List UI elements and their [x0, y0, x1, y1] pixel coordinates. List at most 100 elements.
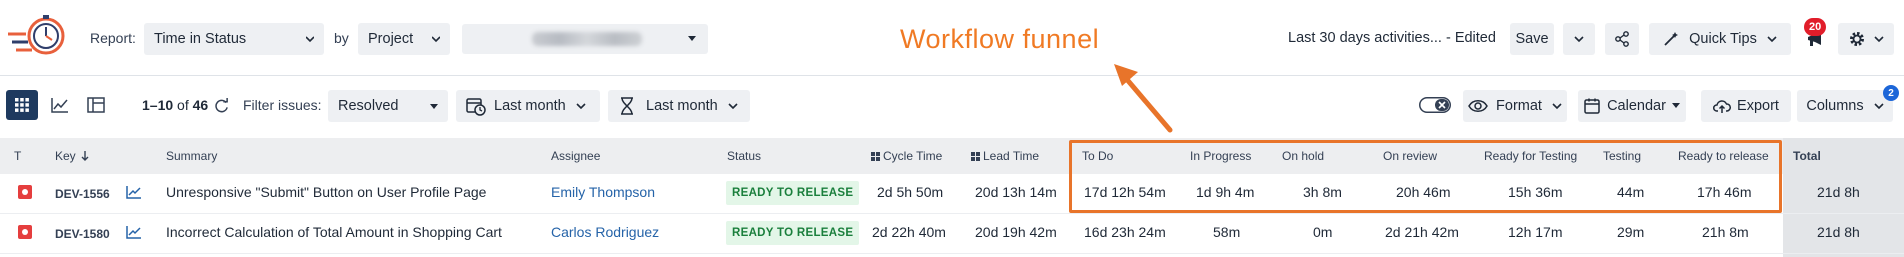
columns-button[interactable]: Columns — [1797, 90, 1893, 122]
group-by-select[interactable]: Project — [358, 23, 450, 55]
chevron-down-icon — [1767, 36, 1777, 43]
pagination-of: of — [177, 97, 189, 113]
status-badge: READY TO RELEASE — [726, 221, 860, 245]
bug-type-icon — [18, 185, 32, 199]
pagination-info: 1–10 of 46 — [142, 97, 208, 113]
calendar-label: Calendar — [1607, 98, 1666, 114]
ready-release-value: 21h 8m — [1702, 224, 1749, 240]
total-value: 21d 8h — [1817, 184, 1860, 200]
layout-icon — [87, 97, 105, 113]
chevron-down-icon — [1574, 36, 1584, 43]
caret-down-icon — [1671, 103, 1680, 108]
in-progress-value: 58m — [1213, 224, 1241, 240]
issue-summary[interactable]: Unresponsive "Submit" Button on User Pro… — [166, 184, 486, 200]
status-badge: READY TO RELEASE — [726, 181, 860, 205]
col-header-total[interactable]: Total — [1793, 149, 1821, 163]
pagination-total: 46 — [192, 97, 209, 113]
col-header-status[interactable]: Status — [727, 149, 761, 163]
col-header-key[interactable]: Key — [55, 149, 89, 163]
redacted-value — [532, 32, 642, 46]
chevron-down-icon — [1552, 103, 1562, 110]
date-filter-1[interactable]: Last month — [456, 90, 600, 122]
report-select[interactable]: Time in Status — [144, 23, 324, 55]
notifications-count-badge: 20 — [1804, 18, 1827, 36]
app-logo-icon — [8, 15, 65, 55]
format-button[interactable]: Format — [1463, 90, 1567, 122]
hourglass-icon — [621, 97, 633, 115]
grid-icon — [15, 98, 29, 112]
cloud-upload-icon — [1713, 100, 1732, 113]
share-icon — [1615, 31, 1629, 47]
quick-tips-label: Quick Tips — [1689, 31, 1757, 47]
saved-view-title[interactable]: Last 30 days activities... - Edited — [1288, 30, 1496, 46]
toggle-switch-icon[interactable] — [1419, 97, 1451, 113]
columns-count-badge: 2 — [1883, 85, 1899, 101]
assignee-link[interactable]: Carlos Rodriguez — [551, 224, 659, 240]
sort-down-icon — [81, 151, 89, 161]
total-value: 21d 8h — [1817, 224, 1860, 240]
grid-small-icon — [871, 152, 880, 161]
on-review-value: 2d 21h 42m — [1385, 224, 1459, 240]
chevron-down-icon — [1874, 36, 1884, 43]
issue-summary[interactable]: Incorrect Calculation of Total Amount in… — [166, 224, 502, 240]
save-button-label: Save — [1515, 31, 1549, 47]
calendar-button[interactable]: Calendar — [1578, 90, 1686, 122]
trend-chart-icon[interactable] — [126, 225, 142, 239]
col-header-assignee[interactable]: Assignee — [551, 149, 600, 163]
col-header-key-label: Key — [55, 149, 76, 163]
trend-chart-icon[interactable] — [126, 185, 142, 199]
grid-small-icon — [971, 152, 980, 161]
annotation-arrow-icon — [1114, 64, 1173, 133]
date-filter-2[interactable]: Last month — [608, 90, 750, 122]
issue-key[interactable]: DEV-1580 — [55, 227, 110, 241]
report-label: Report: — [90, 30, 136, 46]
chevron-down-icon — [1874, 103, 1884, 110]
col-header-type[interactable]: T — [14, 149, 21, 163]
calendar-icon — [1584, 98, 1600, 114]
chevron-down-icon — [576, 103, 586, 110]
save-options-button[interactable] — [1563, 23, 1595, 55]
date-filter-2-value: Last month — [646, 98, 718, 114]
settings-button[interactable] — [1838, 23, 1894, 55]
format-label: Format — [1496, 98, 1542, 114]
caret-down-icon — [688, 36, 696, 41]
chart-view-button[interactable] — [44, 90, 76, 120]
by-label: by — [334, 30, 349, 46]
col-header-summary[interactable]: Summary — [166, 149, 217, 163]
workflow-funnel-annotation: Workflow funnel — [900, 24, 1100, 54]
lead-time-value: 20d 13h 14m — [975, 184, 1057, 200]
lead-time-value: 20d 19h 42m — [975, 224, 1057, 240]
share-button[interactable] — [1605, 23, 1639, 55]
chevron-down-icon — [306, 36, 314, 43]
to-do-value: 16d 23h 24m — [1084, 224, 1166, 240]
columns-label: Columns — [1806, 98, 1864, 114]
testing-value: 29m — [1617, 224, 1645, 240]
grid-view-button[interactable] — [6, 90, 38, 120]
cycle-time-value: 2d 5h 50m — [877, 184, 944, 200]
filter-issues-value: Resolved — [338, 98, 399, 114]
assignee-link[interactable]: Emily Thompson — [551, 184, 655, 200]
on-hold-value: 0m — [1313, 224, 1333, 240]
caret-down-icon — [430, 104, 438, 109]
calendar-clock-icon — [466, 98, 486, 116]
export-label: Export — [1737, 98, 1779, 114]
issue-key[interactable]: DEV-1556 — [55, 187, 110, 201]
filter-issues-select[interactable]: Resolved — [328, 90, 448, 122]
col-header-lead-time[interactable]: Lead Time — [971, 149, 1039, 163]
eye-icon — [1468, 100, 1488, 112]
ready-testing-value: 12h 17m — [1508, 224, 1563, 240]
layout-view-button[interactable] — [80, 90, 112, 120]
workflow-funnel-highlight — [1069, 140, 1782, 213]
export-button[interactable]: Export — [1701, 90, 1791, 122]
filter-issues-label: Filter issues: — [243, 97, 322, 113]
tips-wand-icon — [1664, 32, 1679, 46]
col-header-cycle-time[interactable]: Cycle Time — [871, 149, 942, 163]
chevron-down-icon — [432, 36, 440, 43]
report-select-value: Time in Status — [154, 31, 247, 47]
col-header-cycle-time-label: Cycle Time — [883, 149, 943, 163]
quick-tips-button[interactable]: Quick Tips — [1649, 23, 1791, 55]
project-select[interactable] — [462, 24, 708, 54]
save-button[interactable]: Save — [1510, 23, 1554, 55]
refresh-icon[interactable] — [214, 98, 229, 113]
line-chart-icon — [51, 98, 68, 113]
